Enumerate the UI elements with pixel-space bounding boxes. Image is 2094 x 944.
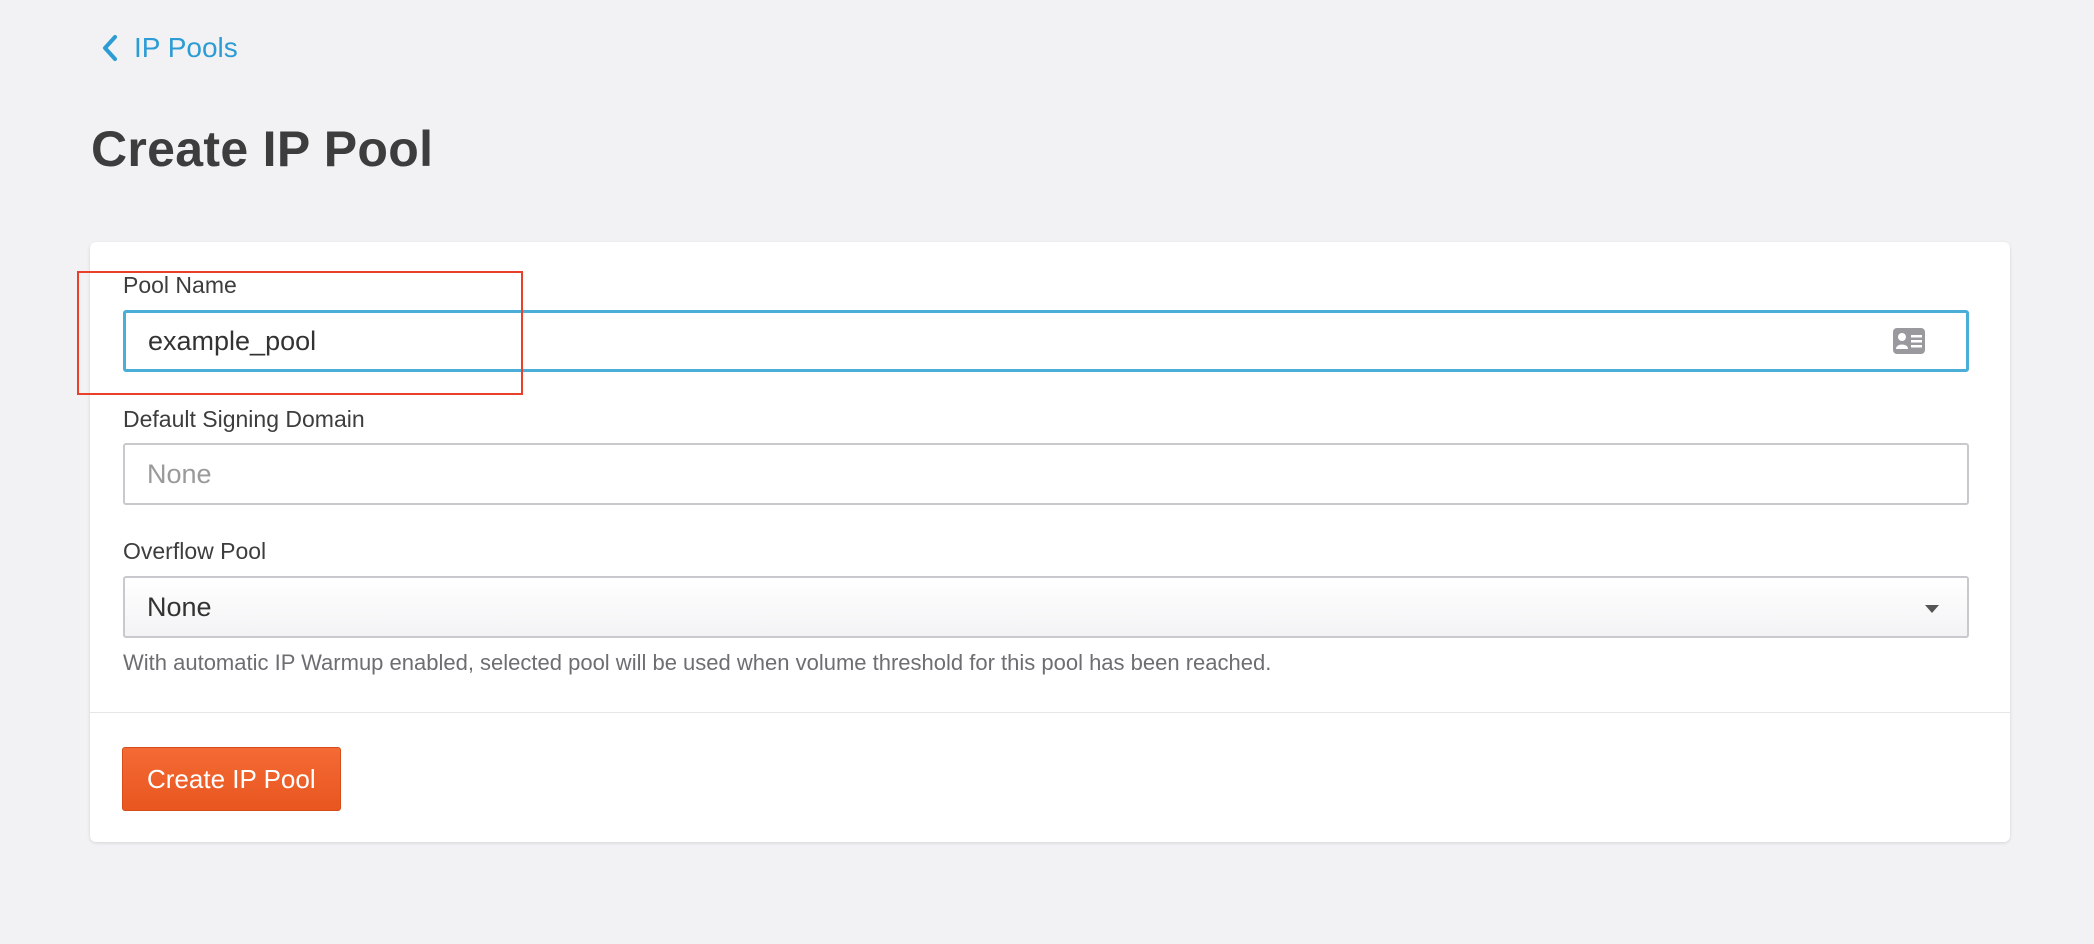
overflow-pool-help-text: With automatic IP Warmup enabled, select… bbox=[123, 650, 1272, 675]
form-divider bbox=[90, 712, 2010, 713]
create-ip-pool-button[interactable]: Create IP Pool bbox=[122, 747, 341, 811]
create-pool-form-card: Pool Name Default Signing Domain Overflo… bbox=[90, 242, 2010, 842]
overflow-pool-label: Overflow Pool bbox=[123, 538, 267, 564]
signing-domain-label: Default Signing Domain bbox=[123, 406, 365, 432]
back-link-label: IP Pools bbox=[134, 32, 238, 63]
pool-name-label: Pool Name bbox=[123, 272, 237, 298]
overflow-pool-select[interactable]: None bbox=[123, 576, 1969, 638]
overflow-pool-selected-value: None bbox=[147, 591, 212, 622]
page-title: Create IP Pool bbox=[91, 121, 434, 177]
pool-name-input[interactable] bbox=[123, 310, 1969, 372]
chevron-down-icon bbox=[1925, 605, 1939, 613]
chevron-left-icon bbox=[103, 35, 117, 61]
contact-card-icon[interactable] bbox=[1892, 327, 1926, 355]
back-link-ip-pools[interactable]: IP Pools bbox=[100, 32, 238, 64]
signing-domain-input[interactable] bbox=[123, 443, 1969, 505]
